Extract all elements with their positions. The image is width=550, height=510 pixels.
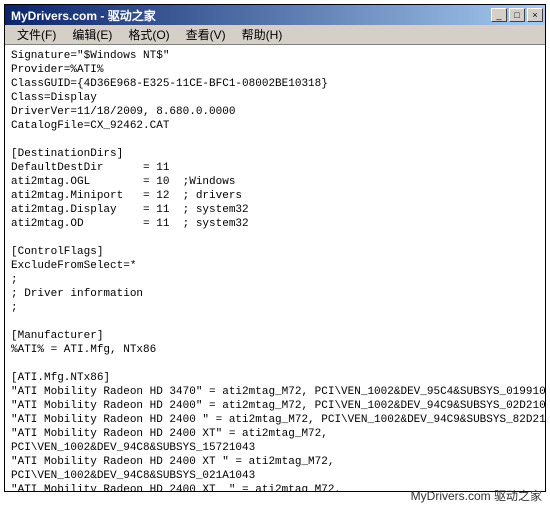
titlebar: MyDrivers.com - 驱动之家 _ □ × <box>5 5 545 25</box>
menu-view[interactable]: 查看(V) <box>178 24 234 45</box>
menubar: 文件(F) 编辑(E) 格式(O) 查看(V) 帮助(H) <box>5 25 545 45</box>
menu-file[interactable]: 文件(F) <box>9 24 64 45</box>
menu-edit[interactable]: 编辑(E) <box>64 24 120 45</box>
text-content[interactable]: Signature="$Windows NT$" Provider=%ATI% … <box>5 45 545 491</box>
titlebar-buttons: _ □ × <box>491 8 543 22</box>
watermark: MyDrivers.com 驱动之家 <box>411 487 542 504</box>
menu-help[interactable]: 帮助(H) <box>234 24 291 45</box>
maximize-button[interactable]: □ <box>509 8 525 22</box>
menu-format[interactable]: 格式(O) <box>120 24 177 45</box>
window-title: MyDrivers.com - 驱动之家 <box>7 7 491 24</box>
minimize-button[interactable]: _ <box>491 8 507 22</box>
notepad-window: MyDrivers.com - 驱动之家 _ □ × 文件(F) 编辑(E) 格… <box>4 4 546 492</box>
close-button[interactable]: × <box>527 8 543 22</box>
